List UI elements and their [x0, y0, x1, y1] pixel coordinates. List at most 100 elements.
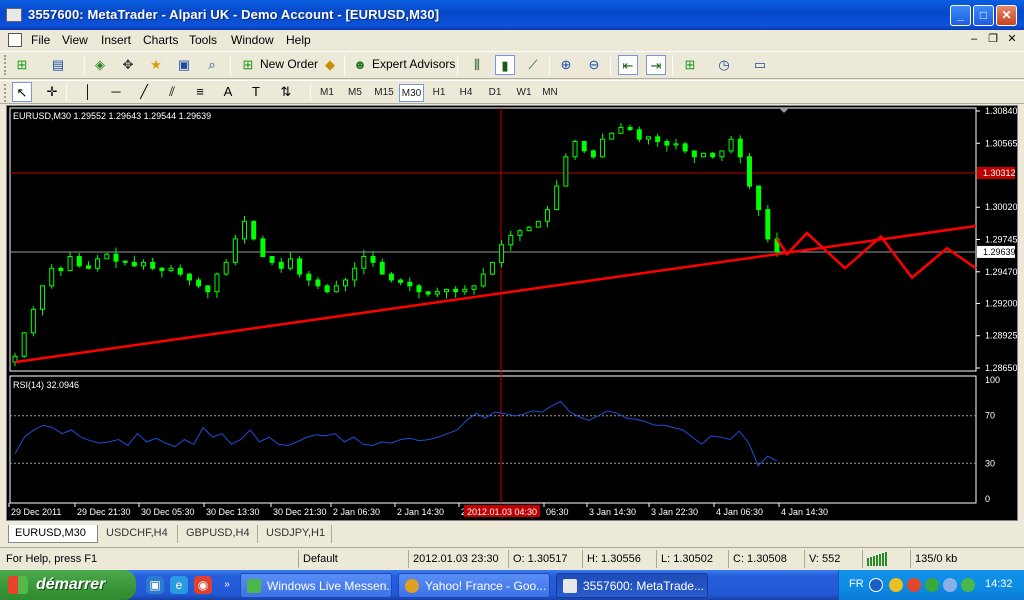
- status-bar: For Help, press F1 Default 2012.01.03 23…: [0, 547, 1024, 569]
- horizontal-line-icon[interactable]: ─: [106, 82, 126, 102]
- metaeditor-icon[interactable]: ◆: [320, 55, 340, 75]
- trendline-icon[interactable]: ╱: [134, 82, 154, 102]
- candle-body: [508, 234, 514, 246]
- timeframe-mn[interactable]: MN: [538, 84, 562, 102]
- menu-help[interactable]: Help: [286, 33, 311, 47]
- menu-insert[interactable]: Insert: [101, 33, 131, 47]
- minimize-button[interactable]: _: [950, 5, 971, 26]
- menu-tools[interactable]: Tools: [189, 33, 217, 47]
- navigator-icon[interactable]: ★: [146, 55, 166, 75]
- document-icon[interactable]: [8, 33, 22, 47]
- timeframe-m1[interactable]: M1: [316, 84, 338, 102]
- close-button[interactable]: ✕: [996, 5, 1017, 26]
- candle-body: [425, 291, 431, 295]
- mdi-restore-icon[interactable]: ❐: [985, 32, 1001, 47]
- candle-body: [269, 256, 275, 263]
- chart-tabs: EURUSD,M30 USDCHF,H4 GBPUSD,H4 USDJPY,H1: [0, 522, 1024, 546]
- indicators-icon[interactable]: ⊞: [680, 55, 700, 75]
- show-desktop-icon[interactable]: ▣: [146, 576, 164, 594]
- auto-scroll-icon[interactable]: ⇤: [618, 55, 638, 75]
- terminal-icon[interactable]: ▣: [174, 55, 194, 75]
- internet-explorer-icon[interactable]: e: [170, 576, 188, 594]
- task-windows-live-messenger[interactable]: Windows Live Messen...: [240, 573, 392, 598]
- task-metatrader[interactable]: 3557600: MetaTrade...: [556, 573, 708, 598]
- line-chart-icon[interactable]: ⟋: [523, 55, 543, 75]
- price-chart[interactable]: 1.30840 1.30565 1.30020 1.29745 1.29470 1.292…: [7, 106, 1017, 520]
- toolbar-grip[interactable]: [4, 55, 7, 75]
- text-label-icon[interactable]: T: [246, 82, 266, 102]
- tester-icon[interactable]: ⌕: [202, 55, 222, 75]
- text-icon[interactable]: A: [218, 82, 238, 102]
- candle-body: [664, 141, 670, 146]
- tab-usdjpy-h1[interactable]: USDJPY,H1: [260, 525, 332, 543]
- start-button[interactable]: démarrer: [0, 570, 136, 600]
- zoom-out-icon[interactable]: ⊖: [584, 55, 604, 75]
- new-chart-icon[interactable]: ⊞: [12, 55, 32, 75]
- new-order-button[interactable]: New Order: [260, 57, 318, 71]
- candle-body: [214, 273, 220, 293]
- chart-shift-icon[interactable]: ⇥: [646, 55, 666, 75]
- equidistant-channel-icon[interactable]: ⫽: [162, 82, 182, 102]
- tab-usdchf-h4[interactable]: USDCHF,H4: [100, 525, 178, 543]
- cursor-icon[interactable]: ↖: [12, 82, 32, 102]
- candlestick-icon[interactable]: ▮: [495, 55, 515, 75]
- maximize-button[interactable]: □: [973, 5, 994, 26]
- mdi-minimize-icon[interactable]: –: [966, 32, 982, 47]
- task-yahoo-france[interactable]: Yahoo! France - Goo...: [398, 573, 550, 598]
- candle-body: [701, 152, 707, 158]
- crosshair-icon[interactable]: ✛: [42, 82, 62, 102]
- candle-body: [232, 238, 238, 263]
- arrows-icon[interactable]: ⇅: [276, 82, 296, 102]
- timeframe-m15[interactable]: M15: [371, 84, 397, 102]
- title-bar[interactable]: 3557600: MetaTrader - Alpari UK - Demo A…: [0, 0, 1024, 30]
- connection-status-icon[interactable]: [862, 550, 908, 568]
- bar-chart-icon[interactable]: ⫼: [467, 55, 487, 75]
- toolbar-grip[interactable]: [4, 84, 7, 102]
- antivirus-icon[interactable]: [907, 578, 921, 592]
- timeframe-m5[interactable]: M5: [343, 84, 367, 102]
- time-tick-label: 3 Jan 22:30: [651, 507, 698, 517]
- time-tick-label: 4 Jan 14:30: [781, 507, 828, 517]
- expert-advisors-icon[interactable]: ☻: [350, 55, 370, 75]
- price-tick-label: 1.30565: [985, 138, 1017, 148]
- fibonacci-icon[interactable]: ≡: [190, 82, 210, 102]
- chart-window[interactable]: 1.30840 1.30565 1.30020 1.29745 1.29470 1.292…: [6, 105, 1018, 521]
- expert-advisors-button[interactable]: Expert Advisors: [372, 57, 455, 71]
- vertical-line-icon[interactable]: │: [78, 82, 98, 102]
- data-window-icon[interactable]: ✥: [118, 55, 138, 75]
- timeframe-h4[interactable]: H4: [455, 84, 477, 102]
- shield-icon[interactable]: [889, 578, 903, 592]
- timeframe-m30[interactable]: M30: [399, 84, 424, 102]
- candle-body: [21, 332, 27, 357]
- messenger-tray-icon[interactable]: [961, 578, 975, 592]
- status-traffic: 135/0 kb: [910, 550, 1022, 568]
- tab-gbpusd-h4[interactable]: GBPUSD,H4: [180, 525, 258, 543]
- zoom-in-icon[interactable]: ⊕: [556, 55, 576, 75]
- menu-view[interactable]: View: [62, 33, 88, 47]
- templates-icon[interactable]: ▭: [750, 55, 770, 75]
- timeframe-d1[interactable]: D1: [484, 84, 506, 102]
- candle-body: [728, 138, 734, 152]
- windows-logo-icon: [8, 576, 28, 594]
- mdi-close-icon[interactable]: ✕: [1004, 32, 1020, 47]
- profiles-icon[interactable]: ▤: [48, 55, 68, 75]
- market-watch-icon[interactable]: ◈: [90, 55, 110, 75]
- candle-body: [40, 285, 46, 310]
- menu-charts[interactable]: Charts: [143, 33, 178, 47]
- app-icon[interactable]: [6, 8, 22, 22]
- chrome-icon[interactable]: ◉: [194, 576, 212, 594]
- candle-body: [196, 279, 202, 287]
- new-order-icon[interactable]: ⊞: [238, 55, 258, 75]
- language-indicator[interactable]: FR: [849, 578, 864, 590]
- candle-body: [104, 253, 110, 260]
- tray-expand-icon[interactable]: [869, 578, 883, 592]
- quicklaunch-expand-icon[interactable]: »: [218, 576, 236, 594]
- volume-icon[interactable]: [943, 578, 957, 592]
- timeframe-h1[interactable]: H1: [428, 84, 450, 102]
- menu-file[interactable]: File: [31, 33, 50, 47]
- menu-window[interactable]: Window: [231, 33, 274, 47]
- tab-eurusd-m30[interactable]: EURUSD,M30: [8, 525, 98, 543]
- network-icon[interactable]: [925, 578, 939, 592]
- periodicity-icon[interactable]: ◷: [714, 55, 734, 75]
- timeframe-w1[interactable]: W1: [512, 84, 536, 102]
